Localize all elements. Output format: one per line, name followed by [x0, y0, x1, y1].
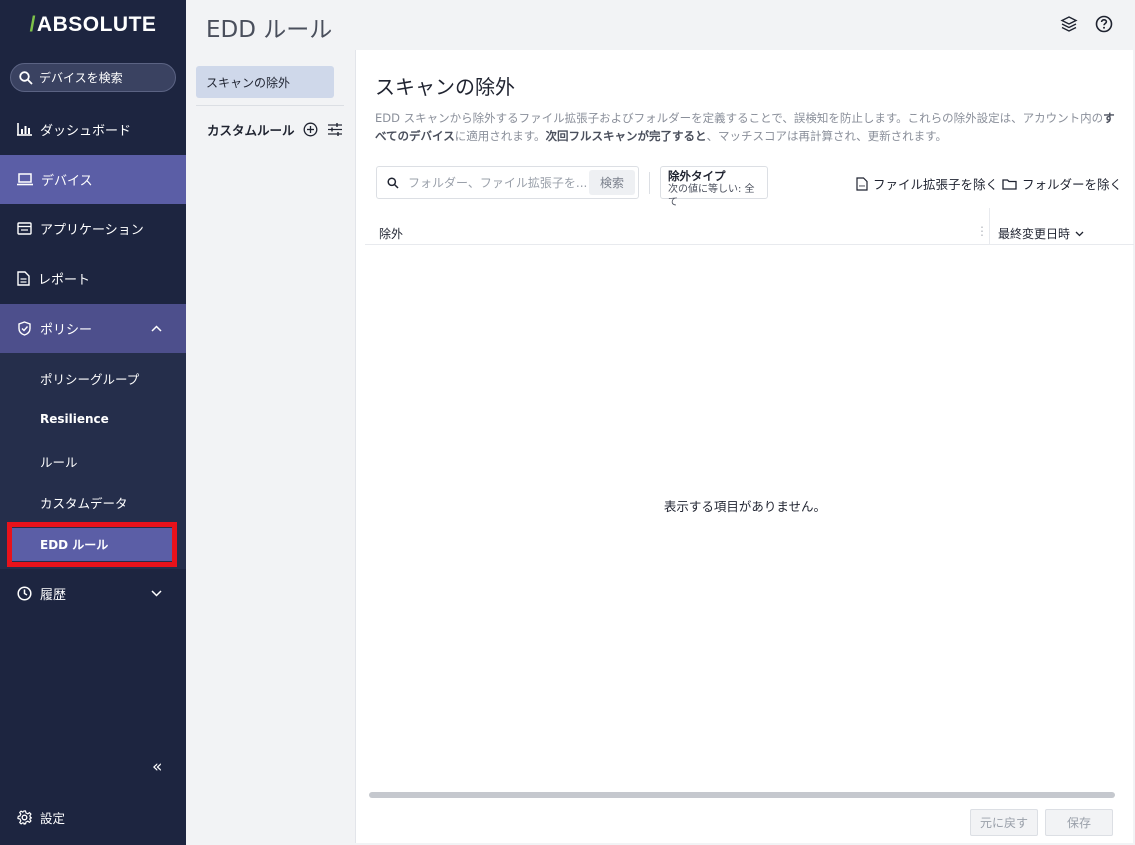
section-title: スキャンの除外: [375, 75, 515, 99]
folder-icon: [1002, 178, 1017, 190]
save-button[interactable]: 保存: [1045, 809, 1113, 836]
chevron-down-icon: [1075, 231, 1084, 236]
desc-bold-2: 次回フルスキャンが完了すると: [545, 129, 707, 143]
add-circle-icon[interactable]: [303, 122, 318, 137]
column-divider: [989, 208, 990, 245]
exclude-extension-button[interactable]: ファイル拡張子を除く: [856, 174, 998, 193]
bar-chart-icon: [17, 123, 32, 136]
device-search-input[interactable]: デバイスを検索: [10, 63, 176, 92]
nav-devices-label: デバイス: [41, 174, 93, 189]
top-header: EDD ルール: [186, 0, 1135, 50]
nav-custom-data[interactable]: カスタムデータ: [40, 493, 128, 512]
nav-history-label: 履歴: [40, 588, 67, 603]
column-header-exclusion[interactable]: 除外: [379, 225, 403, 242]
exclude-folder-label: フォルダーを除く: [1022, 177, 1123, 192]
search-button[interactable]: 検索: [589, 170, 635, 195]
search-icon: [19, 70, 33, 85]
nav-reports-label: レポート: [38, 273, 91, 288]
page-title: EDD ルール: [206, 17, 333, 43]
logo-text: ABSOLUTE: [36, 13, 157, 36]
exclusion-search-input[interactable]: フォルダー、ファイル拡張子を... 検索: [376, 166, 639, 199]
chevron-up-icon[interactable]: [151, 325, 162, 332]
nav-dashboard-label: ダッシュボード: [40, 124, 132, 139]
nav-dashboard[interactable]: ダッシュボード: [0, 105, 186, 154]
window-icon: [17, 222, 32, 235]
exclude-folder-button[interactable]: フォルダーを除く: [1002, 174, 1122, 193]
nav-settings-label: 設定: [40, 811, 66, 826]
desc-part-3: 、マッチスコアは再計算され、更新されます。: [706, 129, 948, 143]
brand-logo[interactable]: / ABSOLUTE: [0, 0, 186, 50]
help-icon[interactable]: [1095, 15, 1113, 33]
nav-settings[interactable]: 設定: [17, 808, 65, 827]
desc-part-2: に適用されます。: [454, 129, 546, 143]
revert-button[interactable]: 元に戻す: [970, 809, 1038, 836]
gear-icon: [17, 810, 32, 825]
custom-rules-section: カスタムルール: [207, 120, 342, 139]
filter-title: 除外タイプ: [668, 169, 726, 183]
table-header: 除外 ⋮ 最終変更日時: [365, 208, 1134, 245]
custom-rules-label: カスタムルール: [207, 123, 295, 138]
column-header-modified-label: 最終変更日時: [998, 227, 1071, 241]
scan-exclusions-tab[interactable]: スキャンの除外: [196, 66, 334, 98]
nav-policy-groups[interactable]: ポリシーグループ: [40, 369, 139, 388]
exclusion-type-filter[interactable]: 除外タイプ 次の値に等しい: 全て: [660, 166, 768, 208]
nav-reports[interactable]: レポート: [0, 254, 186, 303]
filter-value: 次の値に等しい: 全て: [668, 184, 755, 208]
device-search-label: デバイスを検索: [39, 71, 123, 85]
nav-applications[interactable]: アプリケーション: [0, 204, 186, 253]
search-placeholder: フォルダー、ファイル拡張子を...: [408, 176, 588, 190]
document-icon: [17, 271, 30, 286]
chevron-down-icon[interactable]: [151, 590, 162, 597]
logo-slash: /: [29, 13, 36, 36]
nav-applications-label: アプリケーション: [40, 223, 144, 238]
nav-rules[interactable]: ルール: [40, 452, 78, 471]
clock-icon: [17, 586, 32, 601]
empty-state-message: 表示する項目がありません。: [663, 499, 827, 514]
column-header-modified[interactable]: 最終変更日時: [998, 225, 1084, 242]
sidebar: / ABSOLUTE デバイスを検索 ダッシュボード デバイス アプリケーション…: [0, 0, 186, 845]
nav-resilience[interactable]: Resilience: [40, 412, 109, 426]
main-panel: スキャンの除外 EDD スキャンから除外するファイル拡張子およびフォルダーを定義…: [355, 50, 1134, 843]
section-description: EDD スキャンから除外するファイル拡張子およびフォルダーを定義することで、誤検…: [375, 109, 1115, 145]
toolbar-divider: [649, 172, 650, 194]
collapse-sidebar-button[interactable]: «: [152, 757, 162, 777]
nav-history[interactable]: 履歴: [0, 569, 186, 618]
desc-part-1: EDD スキャンから除外するファイル拡張子およびフォルダーを定義することで、誤検…: [375, 111, 1104, 125]
horizontal-scrollbar[interactable]: [369, 792, 1115, 798]
column-resize-handle[interactable]: ⋮: [976, 224, 988, 238]
shield-icon: [18, 321, 31, 336]
filter-sliders-icon[interactable]: [327, 123, 342, 136]
exclude-extension-label: ファイル拡張子を除く: [873, 177, 999, 192]
file-icon: [856, 176, 868, 191]
divider: [196, 105, 344, 106]
search-icon: [387, 176, 399, 189]
edd-rules-nav: スキャンの除外 カスタムルール: [186, 50, 354, 845]
nav-policies-label: ポリシー: [40, 323, 93, 338]
nav-policies[interactable]: ポリシー: [0, 304, 186, 353]
highlight-annotation: [7, 522, 177, 567]
nav-devices[interactable]: デバイス: [0, 155, 186, 204]
laptop-icon: [17, 173, 33, 186]
layers-icon[interactable]: [1060, 15, 1078, 33]
